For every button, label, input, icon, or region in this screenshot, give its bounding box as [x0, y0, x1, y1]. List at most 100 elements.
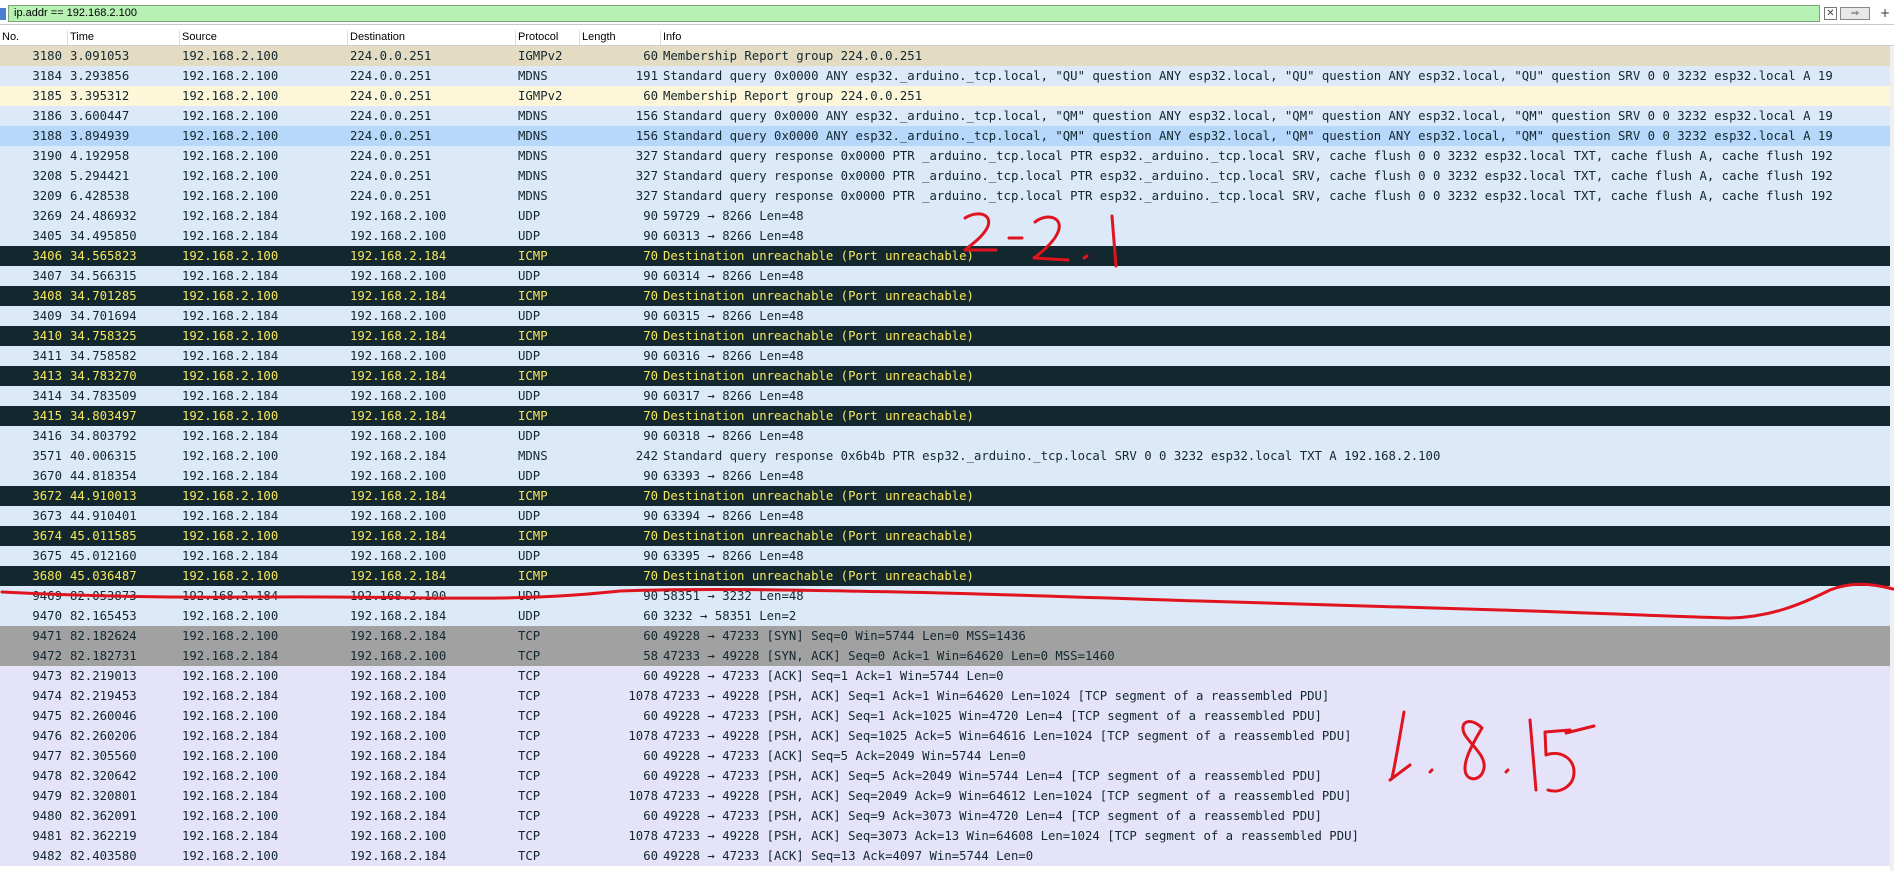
- packet-length: 70: [643, 329, 658, 343]
- clear-filter-icon[interactable]: ✕: [1824, 7, 1837, 20]
- packet-time: 45.012160: [70, 549, 137, 563]
- vertical-scrollbar[interactable]: [1890, 46, 1894, 871]
- packet-row[interactable]: 9471 82.182624 192.168.2.100 192.168.2.184 T…: [0, 626, 1894, 646]
- packet-row[interactable]: 3407 34.566315 192.168.2.184 192.168.2.100 U…: [0, 266, 1894, 286]
- packet-row[interactable]: 3414 34.783509 192.168.2.184 192.168.2.100 U…: [0, 386, 1894, 406]
- packet-row[interactable]: 9479 82.320801 192.168.2.184 192.168.2.100 T…: [0, 786, 1894, 806]
- packet-source: 192.168.2.100: [182, 609, 279, 623]
- packet-row[interactable]: 9472 82.182731 192.168.2.184 192.168.2.100 T…: [0, 646, 1894, 666]
- packet-length: 90: [643, 509, 658, 523]
- packet-time: 3.293856: [70, 69, 130, 83]
- packet-row[interactable]: 3269 24.486932 192.168.2.184 192.168.2.100 U…: [0, 206, 1894, 226]
- packet-time: 44.910013: [70, 489, 137, 503]
- packet-row[interactable]: 9477 82.305560 192.168.2.100 192.168.2.184 T…: [0, 746, 1894, 766]
- packet-source: 192.168.2.184: [182, 269, 279, 283]
- filter-bookmark-icon[interactable]: [0, 8, 6, 20]
- packet-destination: 192.168.2.184: [350, 709, 447, 723]
- packet-row[interactable]: 9474 82.219453 192.168.2.184 192.168.2.100 T…: [0, 686, 1894, 706]
- packet-row[interactable]: 9480 82.362091 192.168.2.100 192.168.2.184 T…: [0, 806, 1894, 826]
- packet-row[interactable]: 3672 44.910013 192.168.2.100 192.168.2.184 I…: [0, 486, 1894, 506]
- add-filter-button-icon[interactable]: +: [1880, 7, 1892, 20]
- column-header-length[interactable]: Length: [580, 30, 661, 45]
- packet-row[interactable]: 3411 34.758582 192.168.2.184 192.168.2.100 U…: [0, 346, 1894, 366]
- packet-protocol: MDNS: [518, 69, 548, 83]
- packet-source: 192.168.2.184: [182, 829, 279, 843]
- packet-row[interactable]: 3190 4.192958 192.168.2.100 224.0.0.251 MDNS…: [0, 146, 1894, 166]
- packet-row[interactable]: 3209 6.428538 192.168.2.100 224.0.0.251 MDNS…: [0, 186, 1894, 206]
- packet-row[interactable]: 9482 82.403580 192.168.2.100 192.168.2.184 T…: [0, 846, 1894, 866]
- packet-row[interactable]: 3405 34.495850 192.168.2.184 192.168.2.100 U…: [0, 226, 1894, 246]
- column-header-source[interactable]: Source: [180, 30, 348, 45]
- packet-protocol: ICMP: [518, 249, 548, 263]
- packet-length: 60: [643, 89, 658, 103]
- packet-number: 3673: [32, 509, 62, 523]
- packet-row[interactable]: 9469 82.053873 192.168.2.184 192.168.2.100 U…: [0, 586, 1894, 606]
- packet-row[interactable]: 9475 82.260046 192.168.2.100 192.168.2.184 T…: [0, 706, 1894, 726]
- packet-source: 192.168.2.100: [182, 169, 279, 183]
- packet-destination: 192.168.2.100: [350, 789, 447, 803]
- packet-row[interactable]: 9473 82.219013 192.168.2.100 192.168.2.184 T…: [0, 666, 1894, 686]
- column-header-time[interactable]: Time: [68, 30, 180, 45]
- packet-info: 47233 → 49228 [PSH, ACK] Seq=1 Ack=1 Win…: [663, 689, 1330, 703]
- packet-row[interactable]: 3406 34.565823 192.168.2.100 192.168.2.184 I…: [0, 246, 1894, 266]
- column-header-destination[interactable]: Destination: [348, 30, 516, 45]
- packet-row[interactable]: 3408 34.701285 192.168.2.100 192.168.2.184 I…: [0, 286, 1894, 306]
- packet-info: Standard query 0x0000 ANY esp32._arduino…: [663, 129, 1833, 143]
- packet-info: 60313 → 8266 Len=48: [663, 229, 804, 243]
- packet-protocol: TCP: [518, 709, 541, 723]
- packet-row[interactable]: 3416 34.803792 192.168.2.184 192.168.2.100 U…: [0, 426, 1894, 446]
- packet-length: 90: [643, 429, 658, 443]
- packet-length: 90: [643, 209, 658, 223]
- packet-time: 82.362219: [70, 829, 137, 843]
- packet-destination: 224.0.0.251: [350, 89, 432, 103]
- packet-info: Destination unreachable (Port unreachabl…: [663, 409, 974, 423]
- packet-destination: 224.0.0.251: [350, 129, 432, 143]
- packet-length: 327: [635, 169, 658, 183]
- packet-source: 192.168.2.100: [182, 129, 279, 143]
- apply-filter-icon[interactable]: ⇒: [1840, 7, 1870, 20]
- packet-length: 60: [643, 669, 658, 683]
- packet-number: 3410: [32, 329, 62, 343]
- packet-length: 90: [643, 389, 658, 403]
- packet-row[interactable]: 3185 3.395312 192.168.2.100 224.0.0.251 IGMP…: [0, 86, 1894, 106]
- packet-row[interactable]: 3188 3.894939 192.168.2.100 224.0.0.251 MDNS…: [0, 126, 1894, 146]
- packet-source: 192.168.2.100: [182, 749, 279, 763]
- packet-row[interactable]: 3186 3.600447 192.168.2.100 224.0.0.251 MDNS…: [0, 106, 1894, 126]
- packet-info: 63394 → 8266 Len=48: [663, 509, 804, 523]
- packet-row[interactable]: 3415 34.803497 192.168.2.100 192.168.2.184 I…: [0, 406, 1894, 426]
- packet-row[interactable]: 3571 40.006315 192.168.2.100 192.168.2.184 M…: [0, 446, 1894, 466]
- packet-number: 3184: [32, 69, 62, 83]
- packet-row[interactable]: 3674 45.011585 192.168.2.100 192.168.2.184 I…: [0, 526, 1894, 546]
- packet-row[interactable]: 3184 3.293856 192.168.2.100 224.0.0.251 MDNS…: [0, 66, 1894, 86]
- packet-row[interactable]: 3208 5.294421 192.168.2.100 224.0.0.251 MDNS…: [0, 166, 1894, 186]
- packet-destination: 192.168.2.184: [350, 409, 447, 423]
- packet-time: 40.006315: [70, 449, 137, 463]
- packet-number: 9478: [32, 769, 62, 783]
- packet-source: 192.168.2.184: [182, 469, 279, 483]
- packet-row[interactable]: 3180 3.091053 192.168.2.100 224.0.0.251 IGMP…: [0, 46, 1894, 66]
- packet-row[interactable]: 3409 34.701694 192.168.2.184 192.168.2.100 U…: [0, 306, 1894, 326]
- packet-row[interactable]: 3413 34.783270 192.168.2.100 192.168.2.184 I…: [0, 366, 1894, 386]
- packet-destination: 192.168.2.100: [350, 429, 447, 443]
- packet-protocol: ICMP: [518, 409, 548, 423]
- packet-row[interactable]: 9481 82.362219 192.168.2.184 192.168.2.100 T…: [0, 826, 1894, 846]
- column-header-protocol[interactable]: Protocol: [516, 30, 580, 45]
- packet-row[interactable]: 3410 34.758325 192.168.2.100 192.168.2.184 I…: [0, 326, 1894, 346]
- column-header-no[interactable]: No.: [0, 30, 68, 45]
- packet-row[interactable]: 3670 44.818354 192.168.2.184 192.168.2.100 U…: [0, 466, 1894, 486]
- packet-row[interactable]: 9470 82.165453 192.168.2.100 192.168.2.184 U…: [0, 606, 1894, 626]
- packet-row[interactable]: 3673 44.910401 192.168.2.184 192.168.2.100 U…: [0, 506, 1894, 526]
- packet-row[interactable]: 9476 82.260206 192.168.2.184 192.168.2.100 T…: [0, 726, 1894, 746]
- packet-row[interactable]: 3680 45.036487 192.168.2.100 192.168.2.184 I…: [0, 566, 1894, 586]
- packet-number: 3413: [32, 369, 62, 383]
- packet-row[interactable]: 3675 45.012160 192.168.2.184 192.168.2.100 U…: [0, 546, 1894, 566]
- packet-protocol: UDP: [518, 549, 541, 563]
- packet-time: 82.320801: [70, 789, 137, 803]
- packet-row[interactable]: 9478 82.320642 192.168.2.100 192.168.2.184 T…: [0, 766, 1894, 786]
- packet-length: 90: [643, 349, 658, 363]
- column-header-info[interactable]: Info: [661, 30, 1894, 45]
- packet-destination: 192.168.2.100: [350, 829, 447, 843]
- display-filter-input[interactable]: ip.addr == 192.168.2.100: [8, 5, 1820, 22]
- packet-length: 90: [643, 549, 658, 563]
- packet-length: 58: [643, 649, 658, 663]
